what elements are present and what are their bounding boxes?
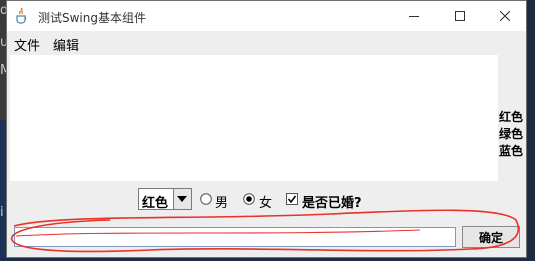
minimize-button[interactable] <box>391 1 437 31</box>
radio-female[interactable] <box>243 193 255 205</box>
menu-edit[interactable]: 编辑 <box>53 35 79 54</box>
maximize-button[interactable] <box>437 1 483 31</box>
java-cup-icon[interactable] <box>14 7 30 24</box>
color-list-item-green[interactable]: 绿色 <box>499 126 526 143</box>
menu-file[interactable]: 文件 <box>14 35 40 54</box>
radio-male[interactable] <box>200 193 212 205</box>
menu-bar: 文件 编辑 <box>7 31 526 54</box>
color-list-item-blue[interactable]: 蓝色 <box>499 143 526 160</box>
color-combo-box[interactable]: 红色 <box>138 188 192 211</box>
app-window: 测试Swing基本组件 文件 编辑 红色 绿色 蓝色 红色 男 女 是否已婚? … <box>6 0 527 258</box>
color-list: 红色 绿色 蓝色 <box>499 109 526 160</box>
ok-button[interactable]: 确定 <box>462 226 520 248</box>
text-area[interactable] <box>10 55 498 181</box>
controls-panel: 红色 男 女 是否已婚? <box>7 185 526 215</box>
background-right-edge <box>527 0 535 261</box>
close-button[interactable] <box>482 1 526 31</box>
married-checkbox[interactable] <box>286 193 298 205</box>
window-title: 测试Swing基本组件 <box>38 11 146 25</box>
color-list-item-red[interactable]: 红色 <box>499 109 526 126</box>
radio-male-label[interactable]: 男 <box>215 192 228 211</box>
title-bar[interactable]: 测试Swing基本组件 <box>7 1 526 31</box>
radio-female-label[interactable]: 女 <box>259 192 272 211</box>
chevron-down-icon[interactable] <box>173 189 191 209</box>
married-checkbox-label[interactable]: 是否已婚? <box>302 192 362 211</box>
input-text-field[interactable] <box>14 227 456 247</box>
combo-selected-value: 红色 <box>142 196 169 211</box>
